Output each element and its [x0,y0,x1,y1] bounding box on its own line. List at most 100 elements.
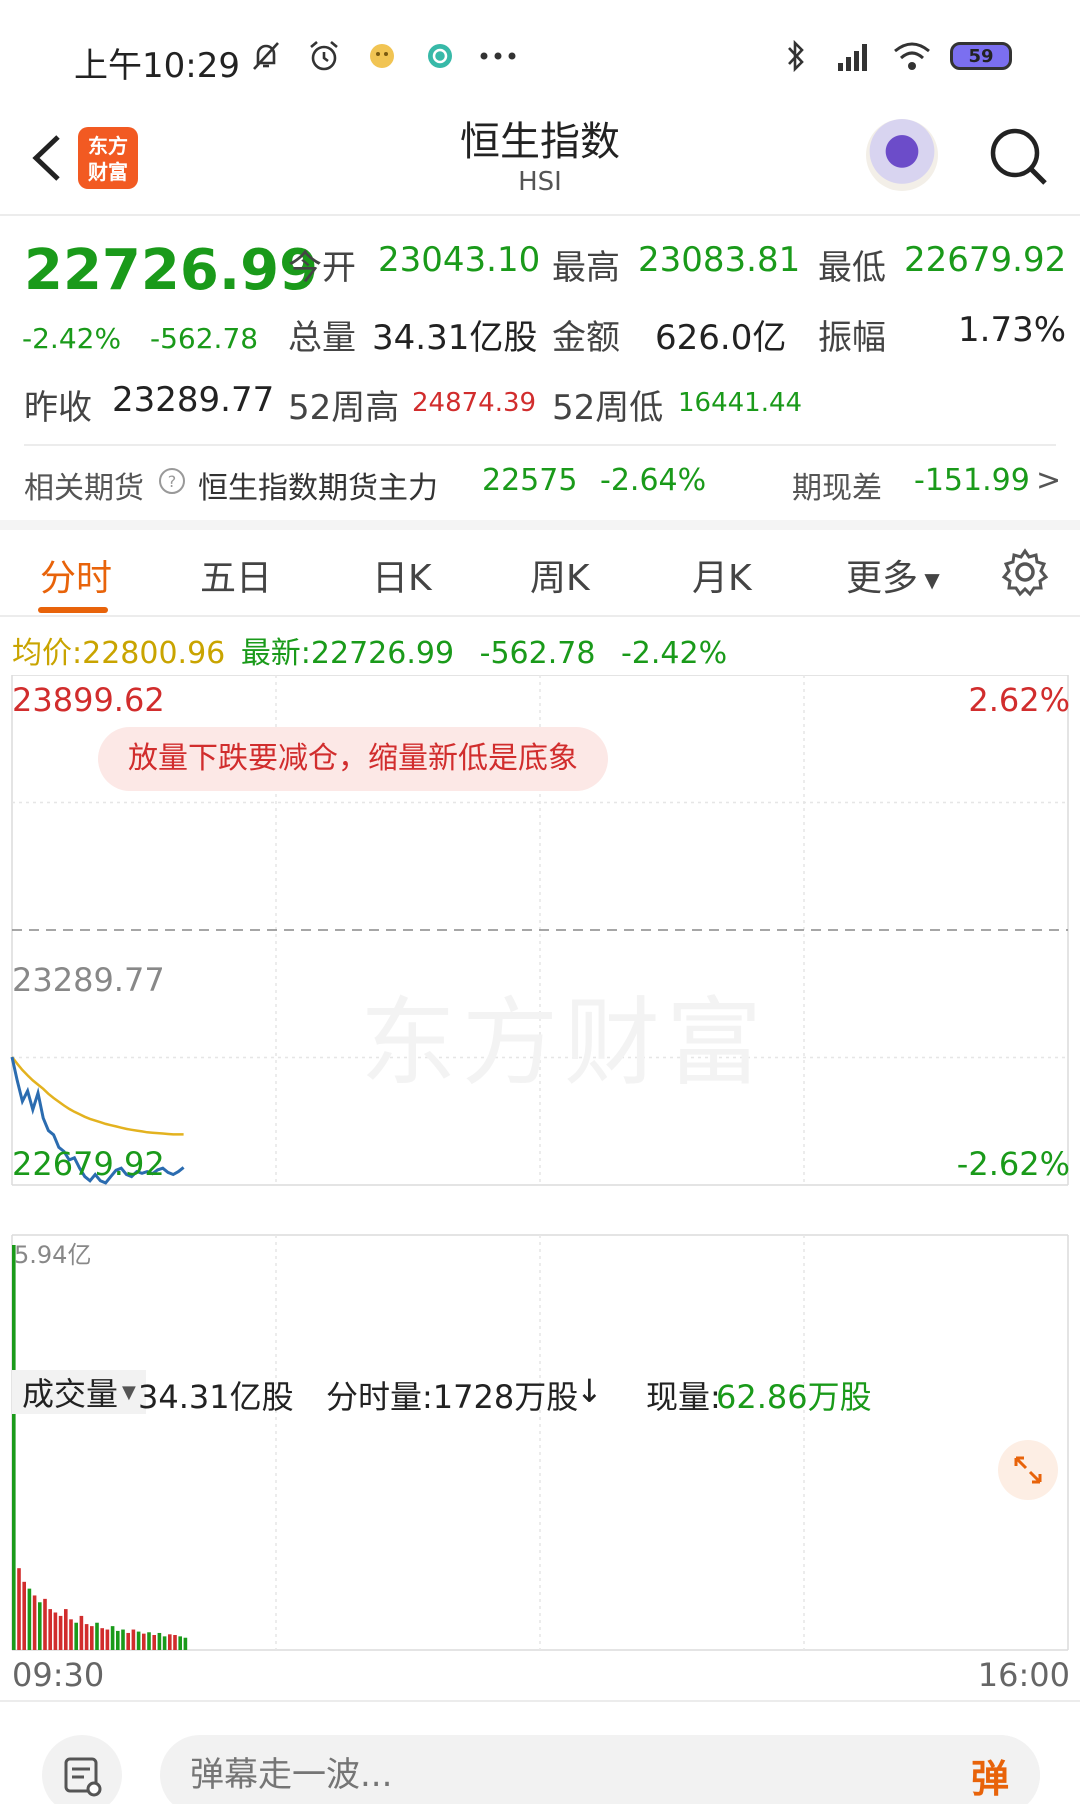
tab-intraday[interactable]: 分时 [40,549,112,601]
high-label: 最高 [552,248,620,288]
change-percent: -2.42% [22,322,122,355]
volume-bar [142,1633,146,1650]
watermark: 东方财富 [360,987,768,1099]
status-bar: 上午10:29 59 [0,0,1080,110]
futures-name: 恒生指数期货主力 [198,471,438,506]
volume-bar [58,1615,63,1650]
y-axis-bottom-label: 22679.92 [12,1145,165,1183]
tab-monthly-k[interactable]: 月K [692,549,752,601]
y-axis-mid-label: 23289.77 [12,961,165,999]
volume-bar [69,1619,73,1650]
bottom-bar: 弹 [0,1705,1080,1804]
tab-more[interactable]: 更多 ▼ [846,549,940,601]
y-axis-top-label: 23899.62 [12,681,165,719]
intraday-summary: 均价:22800.96 最新:22726.99 -562.78 -2.42% [12,628,727,672]
latest-price-label: 最新: [240,636,311,671]
svg-text:?: ? [168,472,177,491]
week52-low-label: 52周低 [552,388,664,428]
period-tabs: 分时 五日 日K 周K 月K 更多 ▼ [0,535,1080,615]
status-time: 上午10:29 [74,46,240,86]
volume-bar [173,1635,177,1650]
volume-bar [27,1588,32,1650]
low-label: 最低 [818,248,886,288]
tabs-divider [0,615,1080,617]
volume-bar [121,1629,125,1650]
volume-bar [95,1622,99,1650]
volume-bar [116,1630,120,1650]
current-price: 22726.99 [24,238,319,303]
x-axis-end-label: 16:00 [977,1656,1070,1694]
volume-bar [17,1568,21,1650]
volume-bar [131,1629,136,1650]
prev-close-label: 昨收 [24,388,92,428]
volume-bar [53,1612,58,1650]
volume-bar [136,1631,141,1650]
battery-icon: 59 [950,42,1012,70]
minute-volume-arrow: ↓ [576,1372,603,1410]
status-icons-left [246,36,518,76]
tab-weekly-k[interactable]: 周K [530,549,590,601]
amount-label: 金额 [552,318,620,358]
latest-change-percent: -2.42% [620,636,728,671]
volume-value: 34.31亿股 [372,318,538,358]
avg-price-value: 22800.96 [82,636,226,671]
volume-bar [32,1595,37,1650]
nav-divider [0,214,1080,216]
note-button[interactable] [42,1735,122,1804]
volume-bar [126,1632,130,1650]
tab-five-day[interactable]: 五日 [200,549,272,601]
current-volume-value: 62.86万股 [716,1378,872,1416]
danmu-input[interactable] [160,1735,1040,1804]
quote-divider [24,444,1056,446]
active-tab-indicator [38,607,108,613]
open-label: 今开 [288,248,356,288]
volume-bar [168,1634,172,1650]
volume-bar [79,1615,84,1650]
avg-price-label: 均价: [12,636,83,671]
volume-bar [147,1632,151,1650]
app-notification-icon-2 [420,36,460,76]
expand-chart-button[interactable] [998,1440,1058,1500]
danmu-toggle-button[interactable]: 弹 [940,1735,1040,1804]
pct-bottom-label: -2.62% [956,1145,1070,1183]
open-value: 23043.10 [378,240,541,280]
volume-bar [110,1626,115,1650]
volume-bar [38,1602,42,1650]
assistant-robot-icon[interactable] [866,119,938,191]
volume-selector[interactable]: 成交量 ▼ [12,1370,146,1414]
chevron-right-icon: > [1036,463,1062,498]
futures-price: 22575 [482,463,578,498]
intraday-chart[interactable]: 东方财富 放量下跌要减仓，缩量新低是底象 23899.62 2.62% 2328… [0,675,1080,1715]
trading-tip: 放量下跌要减仓，缩量新低是底象 [98,727,608,791]
x-axis-start-label: 09:30 [12,1656,105,1694]
bottom-divider [0,1700,1080,1702]
volume-bar [100,1628,104,1650]
volume-bar [43,1598,47,1650]
pct-top-label: 2.62% [968,681,1070,719]
current-volume-label: 现量: [646,1378,721,1416]
volume-bar [183,1637,188,1650]
change-amount: -562.78 [150,322,259,355]
search-button[interactable] [985,123,1051,189]
volume-bar [12,1245,16,1650]
basis-label: 期现差 [792,471,882,506]
volume-label: 总量 [288,318,356,358]
futures-row[interactable]: 相关期货 ? 恒生指数期货主力 22575 -2.64% 期现差 -151.99… [0,455,1080,515]
help-icon[interactable]: ? [158,467,186,499]
volume-bar [84,1624,89,1650]
volume-bar [157,1632,162,1650]
volume-total: 34.31亿股 [138,1378,294,1416]
minute-volume: 分时量:1728万股 [326,1378,579,1416]
volume-bar [48,1609,52,1650]
week52-high-label: 52周高 [288,388,400,428]
week52-low-value: 16441.44 [678,388,803,418]
tab-daily-k[interactable]: 日K [372,549,432,601]
wifi-icon [892,36,932,76]
volume-bar [162,1636,167,1650]
mute-bell-icon [246,36,286,76]
nav-bar: 东方 财富 恒生指数 HSI [0,105,1080,215]
volume-selector-label: 成交量 [22,1375,119,1413]
futures-label: 相关期货 [24,471,144,506]
settings-gear-icon[interactable] [1000,547,1050,597]
status-icons-right: 59 [776,36,1012,76]
